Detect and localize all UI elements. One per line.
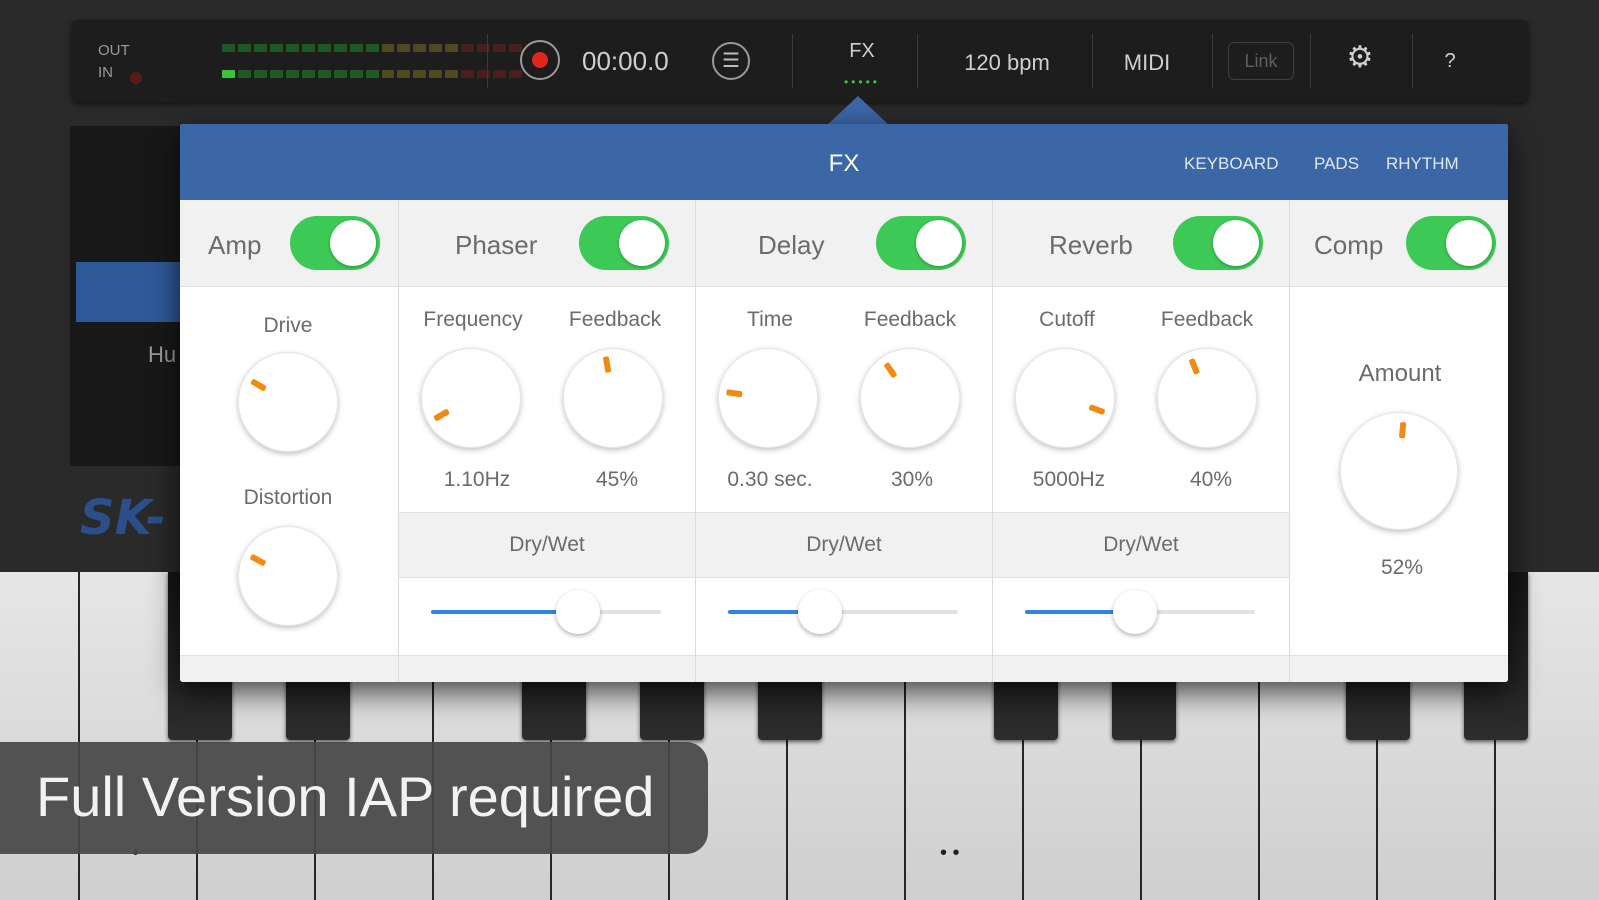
phaser-toggle[interactable] [579, 216, 669, 270]
reverb-toggle[interactable] [1173, 216, 1263, 270]
frequency-knob[interactable] [421, 348, 521, 448]
delay-feedback-label: Feedback [863, 308, 957, 331]
nav-keyboard[interactable]: KEYBOARD [1184, 124, 1278, 204]
synth-logo: SK- [80, 490, 166, 546]
fx-button[interactable]: FX [817, 40, 907, 63]
drive-label: Drive [263, 314, 313, 337]
time-label: Time [747, 308, 793, 331]
iap-banner: Full Version IAP required [0, 742, 708, 854]
help-button[interactable]: ? [1422, 50, 1478, 73]
cutoff-label: Cutoff [1039, 308, 1095, 331]
reverb-feedback-knob[interactable] [1157, 348, 1257, 448]
comp-label: Comp [1314, 230, 1384, 260]
comp-section: Comp Amount 52% [1290, 200, 1508, 682]
phaser-label: Phaser [455, 230, 538, 260]
distortion-knob[interactable] [238, 526, 338, 626]
phaser-section: Phaser Frequency 1.10Hz Feedback 45% Dry… [399, 200, 695, 682]
amount-value: 52% [1380, 556, 1424, 579]
amp-section: Amp Drive Distortion [180, 200, 398, 682]
time-value: 0.30 sec. [727, 468, 813, 491]
out-level-meter [222, 44, 523, 52]
delay-drywet-label: Dry/Wet [806, 533, 882, 556]
delay-feedback-knob[interactable] [860, 348, 960, 448]
amp-toggle[interactable] [290, 216, 380, 270]
background-label: Hu [148, 342, 177, 367]
gear-icon[interactable]: ⚙ [1330, 40, 1390, 75]
reverb-feedback-label: Feedback [1160, 308, 1254, 331]
cutoff-value: 5000Hz [1032, 468, 1106, 491]
level-meter-labels: OUT IN [98, 40, 130, 84]
reverb-label: Reverb [1049, 230, 1133, 260]
list-icon[interactable]: ☰ [712, 42, 750, 80]
drive-knob[interactable] [238, 352, 338, 452]
reverb-drywet-slider[interactable] [1025, 590, 1255, 634]
nav-pads[interactable]: PADS [1314, 124, 1359, 204]
delay-feedback-value: 30% [890, 468, 934, 491]
input-clip-indicator [130, 72, 142, 84]
frequency-label: Frequency [423, 308, 523, 331]
delay-drywet-slider[interactable] [728, 590, 958, 634]
in-label: IN [98, 64, 113, 81]
distortion-label: Distortion [243, 486, 333, 509]
tempo-button[interactable]: 120 bpm [922, 50, 1092, 76]
reverb-feedback-value: 40% [1189, 468, 1233, 491]
fx-active-dots: ••••• [843, 75, 880, 89]
fx-popup: FX KEYBOARD PADS RHYTHM Amp Drive Distor… [180, 124, 1508, 682]
top-control-bar: OUT IN 00:00.0 ☰ FX ••••• 120 bpm MIDI L… [72, 20, 1528, 102]
record-button[interactable] [520, 40, 560, 80]
frequency-value: 1.10Hz [443, 468, 511, 491]
time-display: 00:00.0 [582, 46, 669, 76]
reverb-section: Reverb Cutoff 5000Hz Feedback 40% Dry/We… [993, 200, 1289, 682]
cutoff-knob[interactable] [1015, 348, 1115, 448]
phaser-drywet-label: Dry/Wet [509, 533, 585, 556]
delay-label: Delay [758, 230, 825, 260]
delay-section: Delay Time 0.30 sec. Feedback 30% Dry/We… [696, 200, 992, 682]
amp-label: Amp [208, 230, 262, 260]
comp-toggle[interactable] [1406, 216, 1496, 270]
delay-toggle[interactable] [876, 216, 966, 270]
in-level-meter [222, 70, 523, 78]
background-selected-item [76, 262, 196, 322]
phaser-drywet-slider[interactable] [431, 590, 661, 634]
time-knob[interactable] [718, 348, 818, 448]
link-button[interactable]: Link [1228, 42, 1294, 80]
amount-label: Amount [1358, 360, 1442, 387]
out-label: OUT [98, 42, 130, 59]
nav-rhythm[interactable]: RHYTHM [1386, 124, 1459, 204]
midi-button[interactable]: MIDI [1102, 50, 1192, 76]
fx-popup-title: FX [828, 150, 860, 177]
reverb-drywet-label: Dry/Wet [1103, 533, 1179, 556]
fx-popup-header: FX KEYBOARD PADS RHYTHM [180, 124, 1508, 200]
amount-knob[interactable] [1340, 412, 1458, 530]
popup-pointer [826, 96, 890, 126]
phaser-feedback-knob[interactable] [563, 348, 663, 448]
iap-banner-text: Full Version IAP required [36, 765, 655, 828]
phaser-feedback-value: 45% [595, 468, 639, 491]
phaser-feedback-label: Feedback [568, 308, 662, 331]
